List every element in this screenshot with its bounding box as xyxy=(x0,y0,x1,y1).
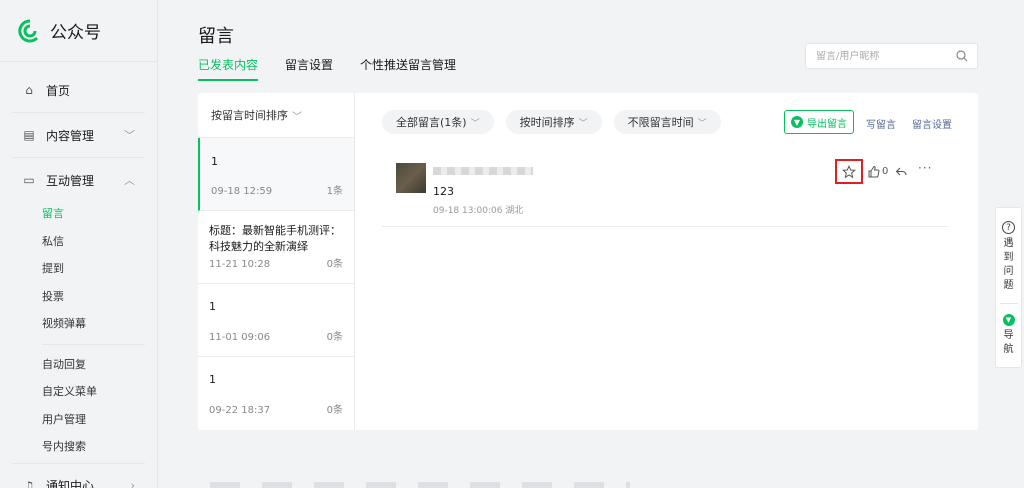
sidebar-item-label: 通知中心 xyxy=(46,479,95,488)
tabs: 已发表内容 留言设置 个性推送留言管理 xyxy=(198,56,483,81)
article-count: 0条 xyxy=(326,405,343,416)
search-icon[interactable] xyxy=(955,49,969,63)
list-item[interactable]: 标题：最新智能手机测评：科技魅力的全新演绎 11-21 10:28 0条 xyxy=(198,211,354,284)
sidebar-sub-comments[interactable]: 留言 xyxy=(0,200,157,228)
tab-comment-settings[interactable]: 留言设置 xyxy=(285,56,333,81)
filter-all-comments[interactable]: 全部留言(1条) ﹀ xyxy=(382,110,494,134)
article-title: 1 xyxy=(209,300,216,313)
sidebar-sub-user-mgmt[interactable]: 用户管理 xyxy=(0,406,157,434)
article-date: 11-01 09:06 xyxy=(209,332,271,343)
filter-bar: 全部留言(1条) ﹀ 按时间排序 ﹀ 不限留言时间 ﹀ xyxy=(382,110,733,134)
wechat-logo-icon xyxy=(18,18,39,42)
brand-name: 公众号 xyxy=(50,23,101,43)
filter-sort-time[interactable]: 按时间排序 ﹀ xyxy=(505,110,602,134)
comment-settings-link[interactable]: 留言设置 xyxy=(912,116,952,131)
sidebar-sub-votes[interactable]: 投票 xyxy=(0,283,157,311)
tab-published[interactable]: 已发表内容 xyxy=(198,56,259,81)
divider xyxy=(12,462,145,464)
sidebar: 公众号 ⌂ 首页 ▤ 内容管理 ﹀ ▭ 互动管理 ︿ 留言 私信 提到 投票 视… xyxy=(0,0,158,488)
write-comment-link[interactable]: 写留言 xyxy=(866,116,896,131)
filter-label: 按时间排序 xyxy=(519,116,575,129)
filter-label: 全部留言(1条) xyxy=(396,116,467,129)
more-icon[interactable]: ··· xyxy=(918,161,932,175)
home-icon: ⌂ xyxy=(25,83,33,97)
chevron-up-icon: ︿ xyxy=(124,174,135,187)
user-nickname-blurred xyxy=(433,167,533,175)
sort-dropdown[interactable]: 按留言时间排序 ﹀ xyxy=(198,93,354,138)
sort-label: 按留言时间排序 xyxy=(211,109,288,122)
export-label: 导出留言 xyxy=(807,118,847,130)
message-icon: ▭ xyxy=(23,173,35,187)
sidebar-item-interaction[interactable]: ▭ 互动管理 ︿ xyxy=(0,160,157,200)
article-title: 1 xyxy=(209,373,216,386)
sidebar-sub-messages[interactable]: 私信 xyxy=(0,228,157,256)
tab-personal-push[interactable]: 个性推送留言管理 xyxy=(360,56,456,81)
page-title: 留言 xyxy=(198,26,234,47)
export-comments-button[interactable]: ▼ 导出留言 xyxy=(784,110,854,134)
search-input[interactable] xyxy=(816,50,946,62)
divider xyxy=(999,303,1018,304)
comment-text: 123 xyxy=(433,185,454,198)
chevron-down-icon: ﹀ xyxy=(124,129,135,142)
logo[interactable]: 公众号 xyxy=(0,0,157,62)
star-icon xyxy=(842,164,856,178)
help-label[interactable]: 遇到问题 xyxy=(1003,237,1015,293)
divider xyxy=(12,112,145,113)
bell-icon: ♫ xyxy=(23,478,35,488)
sidebar-sub-mentions[interactable]: 提到 xyxy=(0,255,157,283)
like-button[interactable]: 0 xyxy=(867,165,888,178)
document-icon: ▤ xyxy=(23,128,35,142)
chevron-right-icon: › xyxy=(130,479,135,488)
help-icon[interactable]: ? xyxy=(1002,221,1015,234)
sidebar-sub-danmaku[interactable]: 视频弹幕 xyxy=(0,310,157,338)
filter-label: 不限留言时间 xyxy=(627,116,694,129)
article-count: 0条 xyxy=(326,332,343,343)
thumbs-up-icon xyxy=(868,165,880,178)
article-date: 09-18 12:59 xyxy=(211,186,273,197)
filter-time-range[interactable]: 不限留言时间 ﹀ xyxy=(613,110,721,134)
sidebar-sub-auto-reply[interactable]: 自动回复 xyxy=(0,351,157,379)
divider xyxy=(12,157,145,158)
article-date: 11-21 10:28 xyxy=(209,259,271,270)
comment-divider xyxy=(382,226,948,227)
floating-helper: ? 遇到问题 ▼ 导航 xyxy=(995,207,1022,368)
feature-star-button[interactable] xyxy=(835,159,863,184)
sidebar-item-label: 首页 xyxy=(46,83,71,98)
like-count: 0 xyxy=(882,166,889,177)
comment-meta: 09-18 13:00:06 湖北 xyxy=(433,206,524,216)
chevron-down-icon: ﹀ xyxy=(578,118,588,129)
article-count: 0条 xyxy=(326,259,343,270)
article-list: 按留言时间排序 ﹀ 1 09-18 12:59 1条 标题：最新智能手机测评：科… xyxy=(198,93,355,430)
avatar[interactable] xyxy=(396,163,426,193)
sidebar-item-label: 内容管理 xyxy=(46,128,95,143)
comments-panel: 全部留言(1条) ﹀ 按时间排序 ﹀ 不限留言时间 ﹀ ▼ 导出留言 写留言 留言设置… xyxy=(356,93,978,430)
divider xyxy=(42,343,145,345)
download-icon: ▼ xyxy=(791,116,803,128)
chevron-down-icon: ﹀ xyxy=(470,118,480,129)
article-title: 1 xyxy=(211,155,218,168)
reply-icon[interactable] xyxy=(895,165,908,178)
navigation-icon[interactable]: ▼ xyxy=(1002,314,1015,326)
sidebar-item-label: 互动管理 xyxy=(46,173,95,188)
sidebar-item-home[interactable]: ⌂ 首页 xyxy=(0,70,157,110)
sidebar-item-content[interactable]: ▤ 内容管理 ﹀ xyxy=(0,115,157,155)
chevron-down-icon: ﹀ xyxy=(292,111,302,123)
article-date: 09-22 18:37 xyxy=(209,405,271,416)
article-count: 1条 xyxy=(326,186,343,197)
list-item[interactable]: 1 11-01 09:06 0条 xyxy=(198,284,354,357)
footer-links-blurred xyxy=(210,482,630,488)
list-item[interactable]: 1 09-22 18:37 0条 xyxy=(198,357,354,429)
list-item[interactable]: 1 09-18 12:59 1条 xyxy=(198,138,354,211)
chevron-down-icon: ﹀ xyxy=(697,118,707,129)
main-panel: 按留言时间排序 ﹀ 1 09-18 12:59 1条 标题：最新智能手机测评：科… xyxy=(198,93,978,430)
search-box xyxy=(805,43,978,69)
sidebar-item-notify[interactable]: ♫ 通知中心 › xyxy=(0,466,157,488)
sidebar-sub-search[interactable]: 号内搜索 xyxy=(0,433,157,461)
nav-label[interactable]: 导航 xyxy=(1003,329,1015,357)
sidebar-sub-custom-menu[interactable]: 自定义菜单 xyxy=(0,378,157,406)
article-title: 标题：最新智能手机测评：科技魅力的全新演绎 xyxy=(209,224,341,253)
